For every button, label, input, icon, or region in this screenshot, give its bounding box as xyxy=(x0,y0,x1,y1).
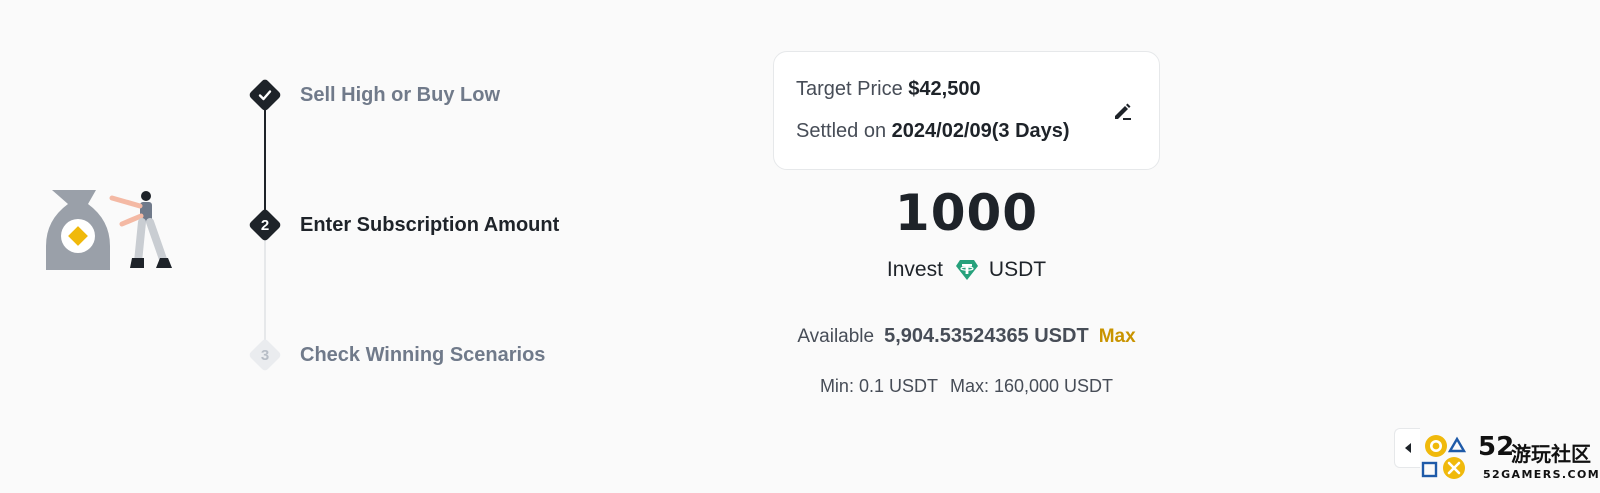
subscription-amount-input[interactable]: 1000 xyxy=(773,184,1160,242)
step-sell-high-buy-low[interactable]: Sell High or Buy Low xyxy=(240,78,501,112)
step-2-marker: 2 xyxy=(240,208,290,242)
step-2-number: 2 xyxy=(260,216,270,234)
min-limit: Min: 0.1 USDT xyxy=(819,376,938,396)
step-check-winning-scenarios[interactable]: 3 Check Winning Scenarios xyxy=(240,338,546,372)
available-balance-value: 5,904.53524365 USDT xyxy=(884,325,1089,347)
step-3-title: Check Winning Scenarios xyxy=(300,343,546,366)
invest-label: Invest xyxy=(886,258,943,281)
target-price-label: Target Price xyxy=(796,78,903,100)
watermark-logo: 52 游玩社区 52GAMERS.COM xyxy=(1420,430,1600,490)
watermark-number: 52 xyxy=(1478,432,1515,462)
caret-left-icon xyxy=(1404,443,1411,453)
target-price-card: Target Price $42,500 Settled on 2024/02/… xyxy=(773,51,1160,170)
available-label: Available xyxy=(797,326,875,347)
collapse-panel-button[interactable] xyxy=(1394,428,1420,468)
watermark-site: 52GAMERS.COM xyxy=(1483,468,1600,481)
stepper-line-completed xyxy=(264,96,266,224)
step-1-title: Sell High or Buy Low xyxy=(300,83,501,106)
settlement-date-row: Settled on 2024/02/09(3 Days) xyxy=(796,120,1070,143)
step-3-number: 3 xyxy=(260,346,270,364)
edit-pencil-icon xyxy=(1115,103,1131,120)
invest-currency: USDT xyxy=(988,258,1047,281)
invest-currency-row: Invest USDT xyxy=(773,258,1160,282)
subscription-stepper: Sell High or Buy Low 2 Enter Subscriptio… xyxy=(240,70,660,390)
settled-on-value: 2024/02/09(3 Days) xyxy=(891,120,1070,142)
settled-on-label: Settled on xyxy=(796,120,887,142)
available-balance-row: Available 5,904.53524365 USDT Max xyxy=(773,325,1160,348)
gamepad-symbols-icon xyxy=(1421,435,1467,479)
step-3-marker: 3 xyxy=(240,338,290,372)
money-bag-illustration xyxy=(40,186,180,276)
subscription-limits-row: Min: 0.1 USDT Max: 160,000 USDT xyxy=(773,376,1160,397)
step-2-title: Enter Subscription Amount xyxy=(300,213,560,236)
checkmark-icon xyxy=(240,79,290,111)
edit-price-button[interactable] xyxy=(1108,98,1136,126)
watermark-name: 游玩社区 xyxy=(1511,442,1591,466)
step-1-marker xyxy=(240,78,290,112)
target-price-row: Target Price $42,500 xyxy=(796,78,981,101)
step-enter-subscription-amount[interactable]: 2 Enter Subscription Amount xyxy=(240,208,560,242)
max-limit: Max: 160,000 USDT xyxy=(949,376,1114,396)
target-price-value: $42,500 xyxy=(908,78,981,100)
stepper-line-pending xyxy=(264,226,266,354)
max-button[interactable]: Max xyxy=(1099,326,1136,348)
tether-icon xyxy=(955,259,979,281)
